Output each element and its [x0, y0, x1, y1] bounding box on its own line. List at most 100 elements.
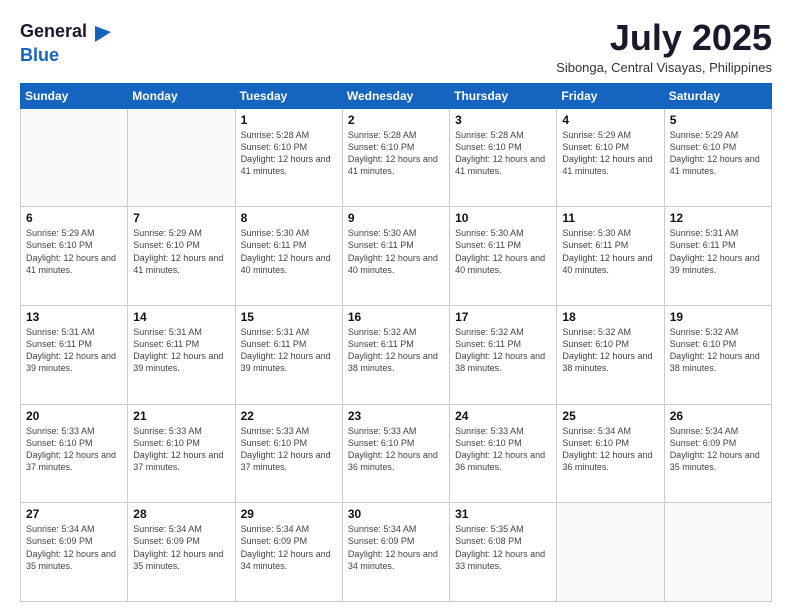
logo-general-text: General [20, 22, 87, 42]
logo: General Blue [20, 18, 117, 66]
day-info: Sunrise: 5:31 AM Sunset: 6:11 PM Dayligh… [26, 326, 122, 375]
header-day-monday: Monday [128, 83, 235, 108]
day-number: 17 [455, 310, 551, 324]
calendar-cell: 12 Sunrise: 5:31 AM Sunset: 6:11 PM Dayli… [664, 207, 771, 306]
header-day-wednesday: Wednesday [342, 83, 449, 108]
header-day-saturday: Saturday [664, 83, 771, 108]
day-number: 18 [562, 310, 658, 324]
header: General Blue July 2025 Sibonga, Central … [20, 18, 772, 75]
day-number: 12 [670, 211, 766, 225]
day-number: 13 [26, 310, 122, 324]
calendar-header-row: SundayMondayTuesdayWednesdayThursdayFrid… [21, 83, 772, 108]
day-info: Sunrise: 5:33 AM Sunset: 6:10 PM Dayligh… [241, 425, 337, 474]
day-info: Sunrise: 5:34 AM Sunset: 6:09 PM Dayligh… [670, 425, 766, 474]
day-number: 4 [562, 113, 658, 127]
day-info: Sunrise: 5:33 AM Sunset: 6:10 PM Dayligh… [455, 425, 551, 474]
calendar-cell: 3 Sunrise: 5:28 AM Sunset: 6:10 PM Daylig… [450, 108, 557, 207]
day-number: 11 [562, 211, 658, 225]
day-info: Sunrise: 5:34 AM Sunset: 6:09 PM Dayligh… [348, 523, 444, 572]
day-info: Sunrise: 5:30 AM Sunset: 6:11 PM Dayligh… [455, 227, 551, 276]
day-info: Sunrise: 5:34 AM Sunset: 6:10 PM Dayligh… [562, 425, 658, 474]
calendar-cell: 10 Sunrise: 5:30 AM Sunset: 6:11 PM Dayli… [450, 207, 557, 306]
day-info: Sunrise: 5:32 AM Sunset: 6:11 PM Dayligh… [455, 326, 551, 375]
day-number: 24 [455, 409, 551, 423]
calendar-cell: 31 Sunrise: 5:35 AM Sunset: 6:08 PM Dayli… [450, 503, 557, 602]
day-info: Sunrise: 5:30 AM Sunset: 6:11 PM Dayligh… [348, 227, 444, 276]
day-number: 3 [455, 113, 551, 127]
calendar-cell: 8Sunrise: 5:30 AM Sunset: 6:11 PM Daylig… [235, 207, 342, 306]
day-info: Sunrise: 5:29 AM Sunset: 6:10 PM Dayligh… [26, 227, 122, 276]
calendar-cell: 26 Sunrise: 5:34 AM Sunset: 6:09 PM Dayli… [664, 404, 771, 503]
logo-blue-text: Blue [20, 46, 59, 66]
calendar-cell: 14Sunrise: 5:31 AM Sunset: 6:11 PM Dayli… [128, 305, 235, 404]
day-number: 23 [348, 409, 444, 423]
day-number: 8 [241, 211, 337, 225]
calendar-cell: 27Sunrise: 5:34 AM Sunset: 6:09 PM Dayli… [21, 503, 128, 602]
day-info: Sunrise: 5:34 AM Sunset: 6:09 PM Dayligh… [133, 523, 229, 572]
day-number: 25 [562, 409, 658, 423]
day-info: Sunrise: 5:31 AM Sunset: 6:11 PM Dayligh… [670, 227, 766, 276]
page: General Blue July 2025 Sibonga, Central … [0, 0, 792, 612]
day-info: Sunrise: 5:35 AM Sunset: 6:08 PM Dayligh… [455, 523, 551, 572]
day-info: Sunrise: 5:31 AM Sunset: 6:11 PM Dayligh… [241, 326, 337, 375]
calendar-cell: 13 Sunrise: 5:31 AM Sunset: 6:11 PM Dayli… [21, 305, 128, 404]
day-info: Sunrise: 5:30 AM Sunset: 6:11 PM Dayligh… [562, 227, 658, 276]
day-number: 9 [348, 211, 444, 225]
calendar-cell: 25 Sunrise: 5:34 AM Sunset: 6:10 PM Dayli… [557, 404, 664, 503]
calendar-cell: 6 Sunrise: 5:29 AM Sunset: 6:10 PM Daylig… [21, 207, 128, 306]
calendar-week-3: 13 Sunrise: 5:31 AM Sunset: 6:11 PM Dayli… [21, 305, 772, 404]
day-info: Sunrise: 5:28 AM Sunset: 6:10 PM Dayligh… [455, 129, 551, 178]
calendar-cell: 22 Sunrise: 5:33 AM Sunset: 6:10 PM Dayli… [235, 404, 342, 503]
day-number: 28 [133, 507, 229, 521]
day-number: 21 [133, 409, 229, 423]
day-number: 16 [348, 310, 444, 324]
day-number: 27 [26, 507, 122, 521]
day-number: 10 [455, 211, 551, 225]
header-day-tuesday: Tuesday [235, 83, 342, 108]
calendar-cell: 9 Sunrise: 5:30 AM Sunset: 6:11 PM Daylig… [342, 207, 449, 306]
calendar-week-2: 6 Sunrise: 5:29 AM Sunset: 6:10 PM Daylig… [21, 207, 772, 306]
calendar-cell [664, 503, 771, 602]
day-info: Sunrise: 5:28 AM Sunset: 6:10 PM Dayligh… [241, 129, 337, 178]
calendar-cell: 18 Sunrise: 5:32 AM Sunset: 6:10 PM Dayli… [557, 305, 664, 404]
day-number: 7 [133, 211, 229, 225]
day-number: 26 [670, 409, 766, 423]
day-number: 22 [241, 409, 337, 423]
day-info: Sunrise: 5:33 AM Sunset: 6:10 PM Dayligh… [26, 425, 122, 474]
header-day-friday: Friday [557, 83, 664, 108]
calendar-cell: 20 Sunrise: 5:33 AM Sunset: 6:10 PM Dayli… [21, 404, 128, 503]
header-day-thursday: Thursday [450, 83, 557, 108]
calendar-cell: 21Sunrise: 5:33 AM Sunset: 6:10 PM Dayli… [128, 404, 235, 503]
day-number: 1 [241, 113, 337, 127]
calendar-cell: 4 Sunrise: 5:29 AM Sunset: 6:10 PM Daylig… [557, 108, 664, 207]
calendar-body: 1 Sunrise: 5:28 AM Sunset: 6:10 PM Daylig… [21, 108, 772, 601]
calendar-cell: 28 Sunrise: 5:34 AM Sunset: 6:09 PM Dayli… [128, 503, 235, 602]
day-info: Sunrise: 5:29 AM Sunset: 6:10 PM Dayligh… [562, 129, 658, 178]
calendar-cell [128, 108, 235, 207]
calendar-cell: 29Sunrise: 5:34 AM Sunset: 6:09 PM Dayli… [235, 503, 342, 602]
calendar-cell: 1 Sunrise: 5:28 AM Sunset: 6:10 PM Daylig… [235, 108, 342, 207]
calendar-cell: 7Sunrise: 5:29 AM Sunset: 6:10 PM Daylig… [128, 207, 235, 306]
calendar-table: SundayMondayTuesdayWednesdayThursdayFrid… [20, 83, 772, 602]
day-number: 20 [26, 409, 122, 423]
calendar-cell: 11 Sunrise: 5:30 AM Sunset: 6:11 PM Dayli… [557, 207, 664, 306]
month-title: July 2025 [556, 18, 772, 58]
calendar-cell: 19Sunrise: 5:32 AM Sunset: 6:10 PM Dayli… [664, 305, 771, 404]
day-info: Sunrise: 5:32 AM Sunset: 6:10 PM Dayligh… [670, 326, 766, 375]
day-number: 6 [26, 211, 122, 225]
day-info: Sunrise: 5:32 AM Sunset: 6:11 PM Dayligh… [348, 326, 444, 375]
calendar-week-4: 20 Sunrise: 5:33 AM Sunset: 6:10 PM Dayli… [21, 404, 772, 503]
day-info: Sunrise: 5:32 AM Sunset: 6:10 PM Dayligh… [562, 326, 658, 375]
calendar-cell [557, 503, 664, 602]
day-number: 29 [241, 507, 337, 521]
day-info: Sunrise: 5:33 AM Sunset: 6:10 PM Dayligh… [348, 425, 444, 474]
calendar-cell: 2Sunrise: 5:28 AM Sunset: 6:10 PM Daylig… [342, 108, 449, 207]
calendar-cell [21, 108, 128, 207]
day-number: 14 [133, 310, 229, 324]
calendar-cell: 24 Sunrise: 5:33 AM Sunset: 6:10 PM Dayli… [450, 404, 557, 503]
day-info: Sunrise: 5:29 AM Sunset: 6:10 PM Dayligh… [670, 129, 766, 178]
header-day-sunday: Sunday [21, 83, 128, 108]
day-info: Sunrise: 5:28 AM Sunset: 6:10 PM Dayligh… [348, 129, 444, 178]
location: Sibonga, Central Visayas, Philippines [556, 60, 772, 75]
day-number: 31 [455, 507, 551, 521]
